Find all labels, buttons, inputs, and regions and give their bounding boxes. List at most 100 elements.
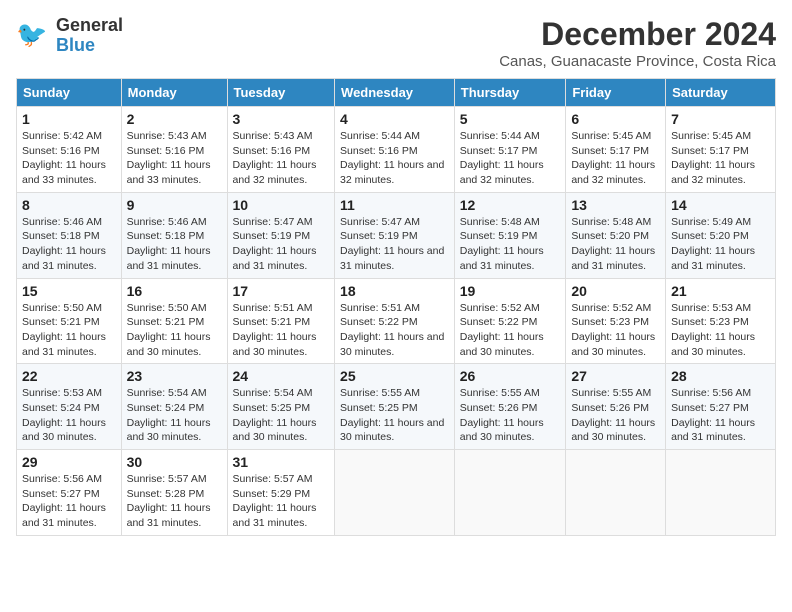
calendar-cell: 7 Sunrise: 5:45 AMSunset: 5:17 PMDayligh… [666,107,776,193]
calendar-cell [454,450,566,536]
day-info: Sunrise: 5:43 AMSunset: 5:16 PMDaylight:… [127,129,222,188]
day-info: Sunrise: 5:55 AMSunset: 5:25 PMDaylight:… [340,386,449,445]
day-info: Sunrise: 5:51 AMSunset: 5:22 PMDaylight:… [340,301,449,360]
day-number: 7 [671,111,770,127]
calendar-cell: 6 Sunrise: 5:45 AMSunset: 5:17 PMDayligh… [566,107,666,193]
day-number: 11 [340,197,449,213]
day-info: Sunrise: 5:54 AMSunset: 5:25 PMDaylight:… [233,386,330,445]
calendar-week-row: 29 Sunrise: 5:56 AMSunset: 5:27 PMDaylig… [17,450,776,536]
calendar-cell [335,450,455,536]
day-info: Sunrise: 5:52 AMSunset: 5:22 PMDaylight:… [460,301,561,360]
day-number: 25 [340,368,449,384]
calendar-cell: 10 Sunrise: 5:47 AMSunset: 5:19 PMDaylig… [227,192,335,278]
day-info: Sunrise: 5:53 AMSunset: 5:23 PMDaylight:… [671,301,770,360]
day-info: Sunrise: 5:56 AMSunset: 5:27 PMDaylight:… [671,386,770,445]
col-thursday: Thursday [454,79,566,107]
calendar-week-row: 15 Sunrise: 5:50 AMSunset: 5:21 PMDaylig… [17,278,776,364]
day-number: 28 [671,368,770,384]
day-number: 9 [127,197,222,213]
calendar-cell: 24 Sunrise: 5:54 AMSunset: 5:25 PMDaylig… [227,364,335,450]
day-info: Sunrise: 5:55 AMSunset: 5:26 PMDaylight:… [460,386,561,445]
calendar-cell: 28 Sunrise: 5:56 AMSunset: 5:27 PMDaylig… [666,364,776,450]
calendar-cell: 4 Sunrise: 5:44 AMSunset: 5:16 PMDayligh… [335,107,455,193]
calendar-cell: 1 Sunrise: 5:42 AMSunset: 5:16 PMDayligh… [17,107,122,193]
calendar-cell: 8 Sunrise: 5:46 AMSunset: 5:18 PMDayligh… [17,192,122,278]
day-number: 31 [233,454,330,470]
day-info: Sunrise: 5:47 AMSunset: 5:19 PMDaylight:… [233,215,330,274]
day-number: 22 [22,368,116,384]
calendar-table: Sunday Monday Tuesday Wednesday Thursday… [16,78,776,536]
calendar-cell: 29 Sunrise: 5:56 AMSunset: 5:27 PMDaylig… [17,450,122,536]
calendar-cell: 2 Sunrise: 5:43 AMSunset: 5:16 PMDayligh… [121,107,227,193]
calendar-cell: 19 Sunrise: 5:52 AMSunset: 5:22 PMDaylig… [454,278,566,364]
day-number: 14 [671,197,770,213]
day-number: 29 [22,454,116,470]
day-number: 8 [22,197,116,213]
day-info: Sunrise: 5:45 AMSunset: 5:17 PMDaylight:… [671,129,770,188]
day-number: 3 [233,111,330,127]
day-info: Sunrise: 5:51 AMSunset: 5:21 PMDaylight:… [233,301,330,360]
calendar-cell: 16 Sunrise: 5:50 AMSunset: 5:21 PMDaylig… [121,278,227,364]
col-friday: Friday [566,79,666,107]
day-number: 24 [233,368,330,384]
day-info: Sunrise: 5:44 AMSunset: 5:16 PMDaylight:… [340,129,449,188]
col-tuesday: Tuesday [227,79,335,107]
day-number: 27 [571,368,660,384]
day-number: 1 [22,111,116,127]
calendar-header: Sunday Monday Tuesday Wednesday Thursday… [17,79,776,107]
day-info: Sunrise: 5:57 AMSunset: 5:28 PMDaylight:… [127,472,222,531]
day-info: Sunrise: 5:48 AMSunset: 5:20 PMDaylight:… [571,215,660,274]
calendar-week-row: 8 Sunrise: 5:46 AMSunset: 5:18 PMDayligh… [17,192,776,278]
title-area: December 2024 Canas, Guanacaste Province… [499,16,776,70]
calendar-cell: 22 Sunrise: 5:53 AMSunset: 5:24 PMDaylig… [17,364,122,450]
calendar-cell: 17 Sunrise: 5:51 AMSunset: 5:21 PMDaylig… [227,278,335,364]
calendar-cell [666,450,776,536]
calendar-cell: 12 Sunrise: 5:48 AMSunset: 5:19 PMDaylig… [454,192,566,278]
day-number: 16 [127,283,222,299]
col-saturday: Saturday [666,79,776,107]
calendar-cell [566,450,666,536]
day-info: Sunrise: 5:57 AMSunset: 5:29 PMDaylight:… [233,472,330,531]
day-info: Sunrise: 5:56 AMSunset: 5:27 PMDaylight:… [22,472,116,531]
day-number: 13 [571,197,660,213]
day-info: Sunrise: 5:52 AMSunset: 5:23 PMDaylight:… [571,301,660,360]
col-wednesday: Wednesday [335,79,455,107]
calendar-cell: 18 Sunrise: 5:51 AMSunset: 5:22 PMDaylig… [335,278,455,364]
col-sunday: Sunday [17,79,122,107]
day-info: Sunrise: 5:43 AMSunset: 5:16 PMDaylight:… [233,129,330,188]
day-number: 26 [460,368,561,384]
calendar-cell: 15 Sunrise: 5:50 AMSunset: 5:21 PMDaylig… [17,278,122,364]
day-number: 12 [460,197,561,213]
day-number: 23 [127,368,222,384]
calendar-cell: 11 Sunrise: 5:47 AMSunset: 5:19 PMDaylig… [335,192,455,278]
day-info: Sunrise: 5:42 AMSunset: 5:16 PMDaylight:… [22,129,116,188]
day-info: Sunrise: 5:44 AMSunset: 5:17 PMDaylight:… [460,129,561,188]
svg-text:🐦: 🐦 [16,21,47,49]
calendar-cell: 27 Sunrise: 5:55 AMSunset: 5:26 PMDaylig… [566,364,666,450]
day-info: Sunrise: 5:49 AMSunset: 5:20 PMDaylight:… [671,215,770,274]
calendar-cell: 5 Sunrise: 5:44 AMSunset: 5:17 PMDayligh… [454,107,566,193]
calendar-cell: 25 Sunrise: 5:55 AMSunset: 5:25 PMDaylig… [335,364,455,450]
location-title: Canas, Guanacaste Province, Costa Rica [499,53,776,70]
month-title: December 2024 [499,16,776,53]
col-monday: Monday [121,79,227,107]
day-number: 6 [571,111,660,127]
calendar-cell: 20 Sunrise: 5:52 AMSunset: 5:23 PMDaylig… [566,278,666,364]
day-info: Sunrise: 5:54 AMSunset: 5:24 PMDaylight:… [127,386,222,445]
day-number: 21 [671,283,770,299]
calendar-cell: 14 Sunrise: 5:49 AMSunset: 5:20 PMDaylig… [666,192,776,278]
day-info: Sunrise: 5:48 AMSunset: 5:19 PMDaylight:… [460,215,561,274]
day-info: Sunrise: 5:47 AMSunset: 5:19 PMDaylight:… [340,215,449,274]
day-info: Sunrise: 5:55 AMSunset: 5:26 PMDaylight:… [571,386,660,445]
day-info: Sunrise: 5:50 AMSunset: 5:21 PMDaylight:… [127,301,222,360]
calendar-cell: 31 Sunrise: 5:57 AMSunset: 5:29 PMDaylig… [227,450,335,536]
day-number: 2 [127,111,222,127]
day-number: 15 [22,283,116,299]
header: 🐦 General Blue December 2024 Canas, Guan… [16,16,776,70]
logo: 🐦 General Blue [16,16,123,56]
day-number: 19 [460,283,561,299]
day-number: 17 [233,283,330,299]
header-row: Sunday Monday Tuesday Wednesday Thursday… [17,79,776,107]
calendar-body: 1 Sunrise: 5:42 AMSunset: 5:16 PMDayligh… [17,107,776,536]
calendar-cell: 3 Sunrise: 5:43 AMSunset: 5:16 PMDayligh… [227,107,335,193]
